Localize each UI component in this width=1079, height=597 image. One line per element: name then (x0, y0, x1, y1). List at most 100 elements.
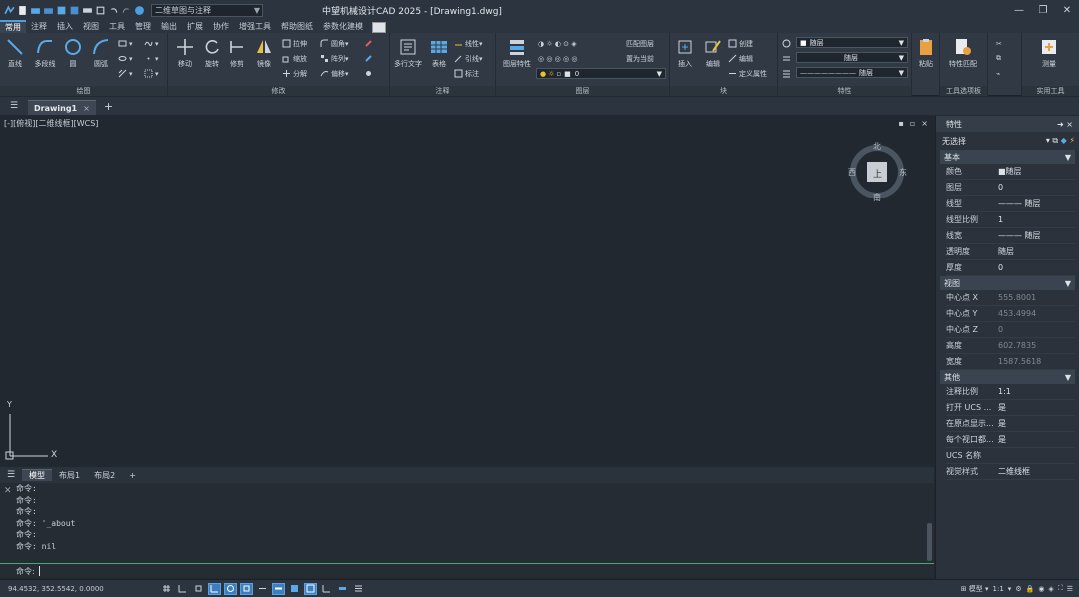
point-tool-icon[interactable]: ▾ (144, 53, 159, 64)
scissors-icon[interactable]: ✂ (996, 38, 1002, 49)
property-row[interactable]: 在原点显示... 是 (946, 416, 1075, 432)
layer-tools-row-1[interactable]: ◑ ☼ ◐ ⊙ ◈ (538, 38, 577, 49)
compass-east[interactable]: 东 (899, 167, 907, 178)
set-current-layer-button[interactable]: 置为当前 (626, 53, 654, 64)
compass-west[interactable]: 西 (848, 167, 856, 178)
toggle-pickadd-icon[interactable]: ⧉ (1052, 136, 1058, 145)
hardware-accel-icon[interactable]: ◈ (1048, 585, 1053, 593)
property-row[interactable]: 中心点 X 555.8001 (946, 290, 1075, 306)
tab-param-model[interactable]: 参数化建模 (318, 20, 368, 33)
table-button[interactable]: 表格 (426, 37, 452, 69)
linetype-dropdown[interactable]: 随层 ▼ (796, 52, 908, 63)
rotate-button[interactable]: 旋转 (199, 37, 225, 69)
stretch-button[interactable]: 拉伸 (282, 38, 307, 49)
tab-output[interactable]: 输出 (156, 20, 182, 33)
workspace-switch-icon[interactable]: ⚙ (1015, 585, 1021, 593)
doc-tab-drawing1[interactable]: Drawing1 × (28, 100, 96, 115)
layout-menu-icon[interactable]: ☰ (0, 470, 22, 480)
view-cube[interactable]: 北 南 西 东 上 (847, 138, 907, 202)
tab-annotate[interactable]: 注释 (26, 20, 52, 33)
tab-enhanced[interactable]: 增强工具 (234, 20, 276, 33)
erase-icon[interactable] (364, 38, 375, 49)
new-tab-button[interactable]: + (104, 100, 113, 113)
select-objects-icon[interactable]: ◆ (1061, 136, 1067, 145)
property-row[interactable]: 宽度 1587.5618 (946, 354, 1075, 370)
isolate-objects-icon[interactable]: ◉ (1038, 585, 1044, 593)
tab-collab[interactable]: 协作 (208, 20, 234, 33)
hatch-tool-icon[interactable]: ▾ (118, 68, 133, 79)
pin-icon[interactable]: ➜ (1057, 120, 1064, 129)
infer-toggle-icon[interactable] (192, 583, 205, 595)
command-input[interactable]: 命令: (0, 563, 934, 578)
compass-south[interactable]: 南 (873, 192, 881, 203)
tab-insert[interactable]: 插入 (52, 20, 78, 33)
fillet-button[interactable]: 圆角 ▾ (320, 38, 349, 49)
tab-view[interactable]: 视图 (78, 20, 104, 33)
annotation-scale[interactable]: 1:1 (993, 585, 1004, 593)
undo-icon[interactable] (108, 5, 119, 16)
property-group-header[interactable]: 视图 ▼ (940, 276, 1075, 290)
trim-button[interactable]: 修剪 (224, 37, 250, 69)
tab-help-drawing[interactable]: 帮助图纸 (276, 20, 318, 33)
property-row[interactable]: 透明度 随层 (946, 244, 1075, 260)
property-row[interactable]: 注释比例 1:1 (946, 384, 1075, 400)
paste-button[interactable]: 粘贴 (913, 37, 939, 69)
chevron-down-icon[interactable]: ▾ (1046, 136, 1050, 145)
property-row[interactable]: 图层 0 (946, 180, 1075, 196)
rectangle-tool-icon[interactable]: ▾ (118, 38, 133, 49)
spline-tool-icon[interactable]: ▾ (144, 38, 159, 49)
transparency-toggle-icon[interactable] (288, 583, 301, 595)
save-as-icon[interactable] (69, 5, 80, 16)
polyline-button[interactable]: 多段线 (32, 37, 58, 69)
property-row[interactable]: 高度 602.7835 (946, 338, 1075, 354)
close-command-icon[interactable]: ✕ (4, 486, 12, 496)
quick-props-icon[interactable] (352, 583, 365, 595)
lineweight-dropdown[interactable]: ———————— 随层 ▼ (796, 67, 908, 78)
customize-icon[interactable]: ☰ (1067, 585, 1073, 593)
scale-button[interactable]: 缩放 (282, 53, 307, 64)
tab-model[interactable]: 模型 (22, 469, 52, 481)
array-button[interactable]: 阵列 ▾ (320, 53, 349, 64)
line-button[interactable]: 直线 (2, 37, 28, 69)
selection-cycling-icon[interactable] (304, 582, 317, 595)
tab-manage[interactable]: 管理 (130, 20, 156, 33)
save-icon[interactable] (56, 5, 67, 16)
ellipse-tool-icon[interactable]: ▾ (118, 53, 133, 64)
quick-select-icon[interactable]: ⚡ (1069, 136, 1075, 145)
drawing-canvas[interactable]: [-][俯视][二维线框][WCS] ▪ ▫ × 北 南 西 东 上 Y X (0, 116, 934, 467)
measure-button[interactable]: 测量 (1036, 37, 1062, 69)
maximize-button[interactable]: ❐ (1031, 0, 1055, 20)
dynamic-input-icon[interactable] (336, 583, 349, 595)
copy-icon[interactable] (364, 53, 375, 64)
color-dropdown[interactable]: ■ 随层 ▼ (796, 37, 908, 48)
property-row[interactable]: 线型比例 1 (946, 212, 1075, 228)
mtext-button[interactable]: 多行文字 (392, 37, 424, 69)
minimize-button[interactable]: — (1007, 0, 1031, 20)
cursor-coordinates[interactable]: 94.4532, 352.5542, 0.0000 (0, 585, 160, 593)
redo-icon[interactable] (121, 5, 132, 16)
hamburger-menu-icon[interactable]: ☰ (0, 101, 28, 111)
layer-properties-button[interactable]: 图层特性 (500, 37, 534, 69)
property-group-header[interactable]: 基本 ▼ (940, 150, 1075, 164)
property-row[interactable]: 线宽 ——— 随层 (946, 228, 1075, 244)
layer-tools-row-2[interactable]: ◎ ◎ ◎ ◎ ◎ (538, 53, 577, 64)
ribbon-toggle-button[interactable] (372, 22, 386, 33)
viewport-close-icon[interactable]: × (921, 119, 928, 128)
print-icon[interactable] (82, 5, 93, 16)
offset-button[interactable]: 偏移 ▾ (320, 68, 349, 79)
ortho-toggle-icon[interactable] (208, 582, 221, 595)
property-row[interactable]: UCS 名称 (946, 448, 1075, 464)
polar-toggle-icon[interactable] (224, 582, 237, 595)
tab-home[interactable]: 常用 (0, 20, 26, 33)
insert-block-button[interactable]: 插入 (672, 37, 698, 69)
property-row[interactable]: 颜色 ■随层 (946, 164, 1075, 180)
block-edit-small-button[interactable]: 编辑 (728, 53, 753, 64)
arc-button[interactable]: 圆弧 (88, 37, 114, 69)
viewport-restore-icon[interactable]: ▫ (910, 119, 915, 128)
mirror-button[interactable]: 镜像 (251, 37, 277, 69)
edit-block-button[interactable]: 编辑 (700, 37, 726, 69)
lineweight-toggle-icon[interactable] (272, 582, 285, 595)
add-layout-button[interactable]: + (122, 469, 143, 481)
region-tool-icon[interactable]: ▾ (144, 68, 159, 79)
join-icon[interactable] (364, 68, 375, 79)
